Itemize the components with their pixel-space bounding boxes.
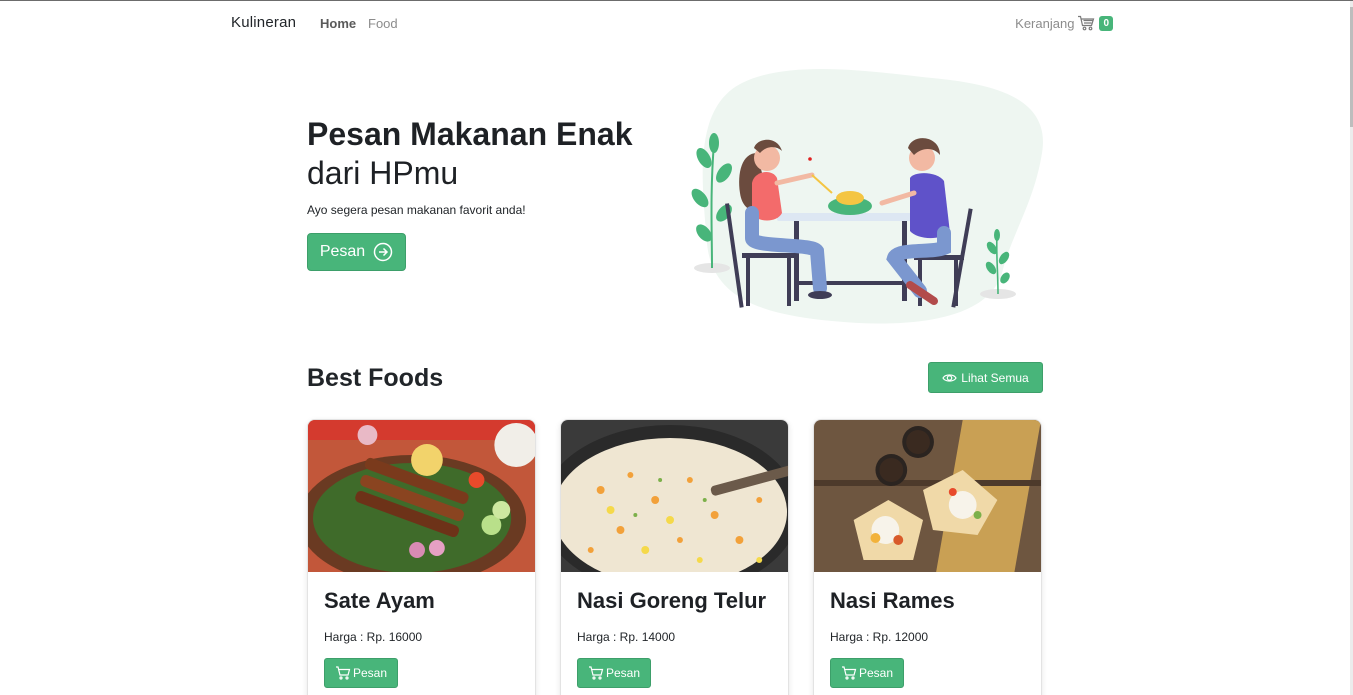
arrow-right-circle-icon (373, 242, 393, 262)
order-button-label: Pesan (858, 666, 894, 680)
navbar: Kulineran Home Food Keranjang 0 (231, 1, 1113, 45)
food-image-nasi-rames (814, 420, 1041, 572)
order-button[interactable]: Pesan (577, 658, 651, 688)
eye-icon (942, 372, 957, 384)
brand-logo[interactable]: Kulineran (231, 14, 296, 31)
order-button-label: Pesan (605, 666, 641, 680)
food-price: Harga : Rp. 14000 (577, 630, 676, 644)
food-price: Harga : Rp. 16000 (324, 630, 423, 644)
order-button[interactable]: Pesan (324, 658, 398, 688)
food-image-nasi-goreng-telur (561, 420, 788, 572)
food-name: Sate Ayam (324, 588, 435, 613)
food-card: Nasi Goreng Telur Harga : Rp. 14000 Pesa… (560, 419, 789, 695)
cart-icon (841, 666, 857, 680)
food-name: Nasi Goreng Telur (577, 588, 767, 613)
hero-title-line2: dari HPmu (307, 155, 459, 191)
food-card: Sate Ayam Harga : Rp. 16000 Pesan (307, 419, 536, 695)
nav-link-food[interactable]: Food (368, 16, 398, 31)
cart-label: Keranjang (1015, 15, 1075, 31)
section-title-normal: Best (307, 364, 362, 392)
nav-link-home[interactable]: Home (320, 16, 356, 31)
hero-order-button-label: Pesan (319, 243, 366, 260)
food-price: Harga : Rp. 12000 (830, 630, 929, 644)
see-all-button-label: Lihat Semua (961, 370, 1029, 385)
food-image-sate-ayam (308, 420, 535, 572)
hero-illustration (682, 63, 1046, 325)
cart-count-badge: 0 (1099, 15, 1113, 31)
cart-icon (1077, 15, 1095, 31)
order-button[interactable]: Pesan (830, 658, 904, 688)
hero-subtitle: Ayo segera pesan makanan favorit anda! (307, 203, 526, 217)
food-name: Nasi Rames (830, 588, 955, 613)
cart-link[interactable]: Keranjang 0 (1015, 15, 1113, 31)
hero-title: Pesan Makanan Enak (307, 116, 633, 152)
hero-order-button[interactable]: Pesan (307, 233, 406, 271)
order-button-label: Pesan (352, 666, 388, 680)
cart-icon (335, 666, 351, 680)
section-title: Best Foods (307, 364, 443, 393)
cart-icon (588, 666, 604, 680)
section-title-bold: Foods (368, 364, 444, 392)
food-card: Nasi Rames Harga : Rp. 12000 Pesan (813, 419, 1042, 695)
see-all-button[interactable]: Lihat Semua (928, 362, 1043, 393)
